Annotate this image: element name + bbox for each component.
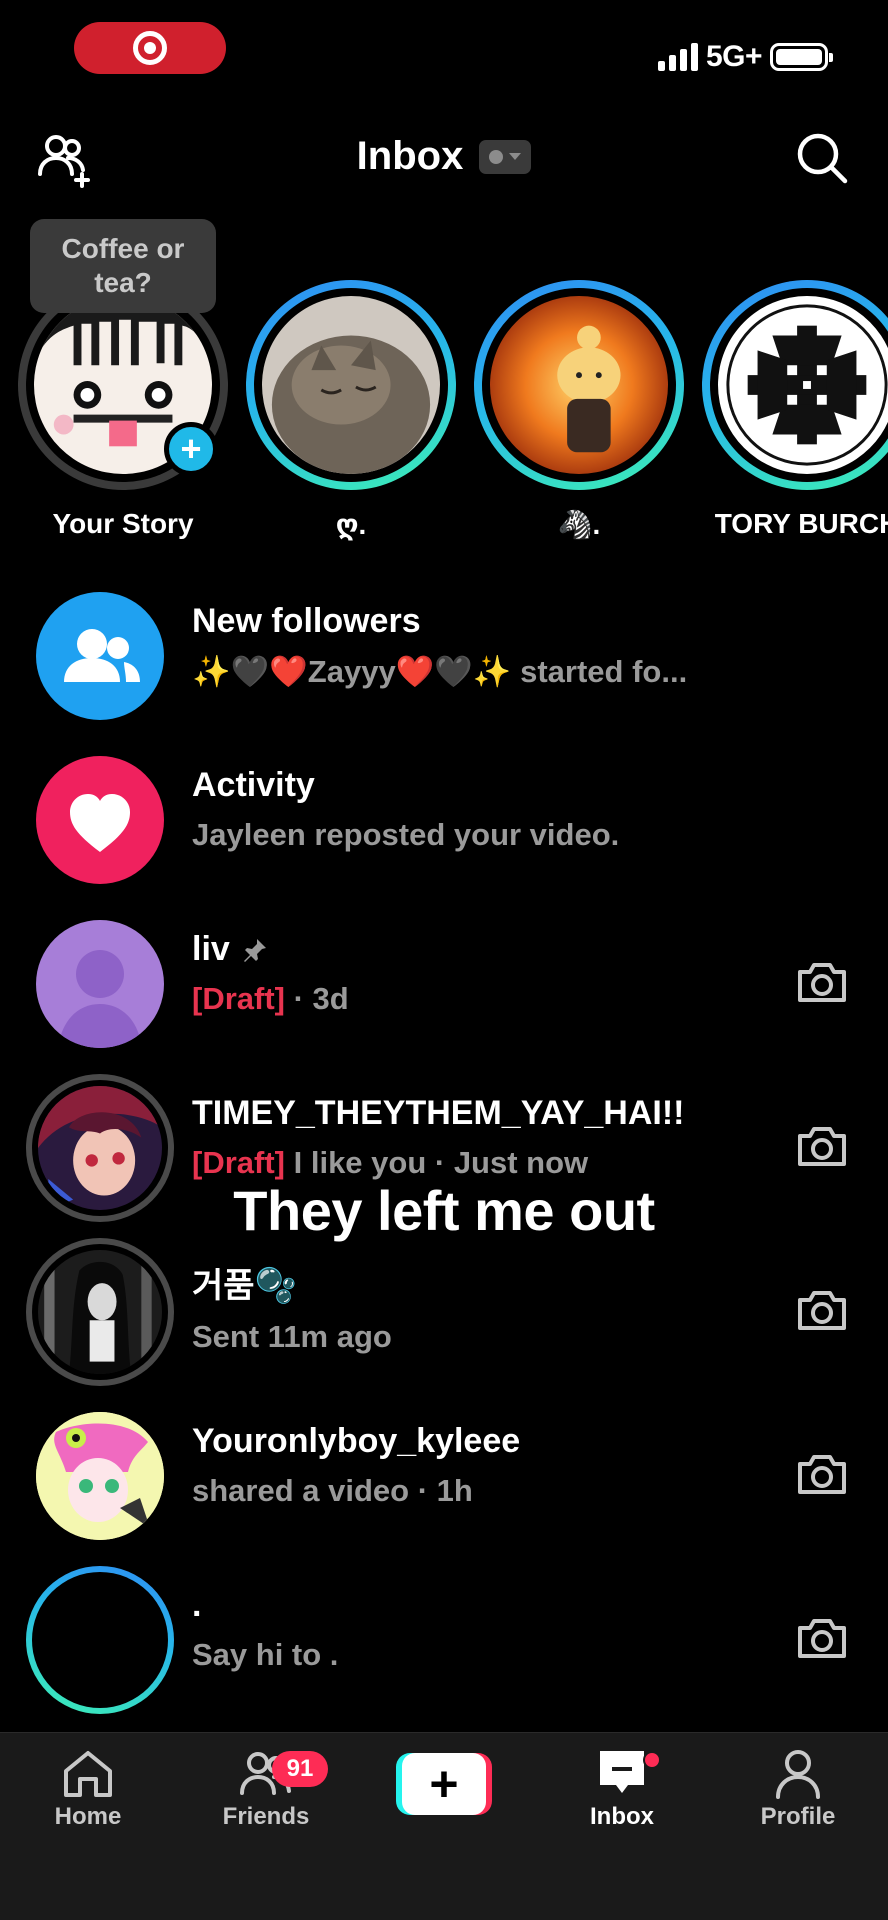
story-thumbnail-fire bbox=[490, 296, 668, 474]
friends-notification-badge: 91 bbox=[272, 1751, 328, 1787]
bottom-tab-bar: Home Friends 91 + Inbox Profile bbox=[0, 1732, 888, 1920]
chevron-down-icon bbox=[509, 153, 522, 160]
avatar bbox=[36, 920, 164, 1048]
camera-icon[interactable] bbox=[794, 954, 850, 1010]
inbox-unread-dot bbox=[643, 1751, 661, 1769]
tab-friends[interactable]: Friends 91 bbox=[186, 1747, 346, 1831]
list-item-chat[interactable]: 거품🫧 Sent 11m ago bbox=[0, 1236, 888, 1400]
home-icon bbox=[64, 1751, 112, 1797]
list-item-activity[interactable]: Activity Jayleen reposted your video. bbox=[0, 744, 888, 908]
battery-icon bbox=[770, 43, 833, 71]
add-story-icon[interactable]: + bbox=[164, 422, 218, 476]
pin-icon bbox=[243, 938, 266, 962]
draft-label: [Draft] bbox=[192, 981, 285, 1016]
tory-burch-logo bbox=[718, 296, 888, 474]
story-name: TORY BURCH bbox=[714, 508, 888, 539]
inbox-list: New followers ✨🖤❤️Zayyy❤️🖤✨ started fo..… bbox=[0, 580, 888, 1728]
tab-inbox[interactable]: Inbox bbox=[542, 1747, 702, 1831]
story-item[interactable]: ღ. bbox=[246, 280, 456, 541]
status-bar: 5G+ bbox=[0, 0, 888, 110]
online-status-toggle[interactable] bbox=[479, 139, 532, 174]
status-icons: 5G+ bbox=[657, 40, 833, 74]
search-icon[interactable] bbox=[794, 130, 850, 186]
tab-home[interactable]: Home bbox=[8, 1747, 168, 1831]
row-subtitle: shared a video · 1h bbox=[192, 1473, 473, 1508]
camera-icon[interactable] bbox=[794, 1446, 850, 1502]
video-caption-overlay: They left me out bbox=[233, 1179, 655, 1242]
page-title: Inbox bbox=[356, 134, 464, 178]
avatar bbox=[36, 1412, 164, 1540]
inbox-header: Inbox bbox=[0, 110, 888, 200]
list-item-chat[interactable]: Youronlyboy_kyleee shared a video · 1h bbox=[0, 1400, 888, 1564]
row-title: . bbox=[192, 1586, 202, 1624]
heart-icon bbox=[70, 794, 130, 852]
draft-label: [Draft] bbox=[192, 1145, 285, 1180]
story-prompt-tooltip[interactable]: Coffee or tea? bbox=[30, 219, 216, 313]
row-title: New followers bbox=[192, 602, 421, 640]
row-subtitle: ✨🖤❤️Zayyy❤️🖤✨ started fo... bbox=[192, 654, 688, 689]
list-item-new-followers[interactable]: New followers ✨🖤❤️Zayyy❤️🖤✨ started fo..… bbox=[0, 580, 888, 744]
story-name: ღ. bbox=[335, 509, 367, 540]
inbox-icon bbox=[600, 1751, 644, 1793]
record-icon bbox=[133, 31, 167, 65]
story-name: 🦓. bbox=[557, 509, 601, 540]
stories-row: + Your Story ღ. 🦓. TORY BURCH Coffee or … bbox=[0, 215, 888, 545]
profile-icon bbox=[776, 1750, 820, 1799]
plus-icon: + bbox=[402, 1753, 486, 1815]
row-title: TIMEY_THEYTHEM_YAY_HAI!! bbox=[192, 1094, 685, 1132]
camera-icon[interactable] bbox=[794, 1610, 850, 1666]
create-button[interactable]: + bbox=[396, 1753, 492, 1815]
camera-icon[interactable] bbox=[794, 1118, 850, 1174]
signal-icon bbox=[657, 43, 698, 71]
row-title: liv bbox=[192, 930, 230, 968]
status-dot-icon bbox=[489, 149, 504, 164]
tab-label: Inbox bbox=[590, 1803, 654, 1830]
avatar bbox=[26, 1238, 174, 1386]
story-ring bbox=[474, 280, 684, 490]
story-thumbnail-cat bbox=[262, 296, 440, 474]
row-title: Activity bbox=[192, 766, 315, 804]
list-item-chat[interactable]: liv [Draft] · 3d bbox=[0, 908, 888, 1072]
network-type: 5G+ bbox=[705, 40, 763, 73]
row-title: Youronlyboy_kyleee bbox=[192, 1422, 521, 1460]
tab-label: Friends bbox=[222, 1803, 310, 1830]
row-subtitle: Sent 11m ago bbox=[192, 1319, 392, 1354]
row-subtitle: Jayleen reposted your video. bbox=[192, 817, 620, 852]
story-your-story[interactable]: + Your Story bbox=[18, 280, 228, 540]
story-item[interactable]: 🦓. bbox=[474, 280, 684, 541]
people-icon bbox=[64, 629, 140, 682]
avatar bbox=[26, 1566, 174, 1714]
story-name: Your Story bbox=[52, 508, 194, 539]
new-followers-avatar bbox=[36, 592, 164, 720]
story-item[interactable]: TORY BURCH bbox=[702, 280, 888, 540]
story-ring bbox=[246, 280, 456, 490]
screen-recording-indicator[interactable] bbox=[74, 22, 226, 74]
story-ring bbox=[702, 280, 888, 490]
camera-icon[interactable] bbox=[794, 1282, 850, 1338]
tab-label: Profile bbox=[760, 1803, 836, 1830]
row-subtitle: Say hi to . bbox=[192, 1637, 339, 1672]
row-title: 거품🫧 bbox=[192, 1267, 297, 1305]
tab-label: Home bbox=[54, 1803, 122, 1830]
tab-profile[interactable]: Profile bbox=[718, 1747, 878, 1831]
list-item-chat[interactable]: . Say hi to . bbox=[0, 1564, 888, 1728]
row-subtitle: I like you · Just now bbox=[285, 1145, 589, 1180]
activity-avatar bbox=[36, 756, 164, 884]
row-subtitle: · 3d bbox=[285, 981, 349, 1016]
